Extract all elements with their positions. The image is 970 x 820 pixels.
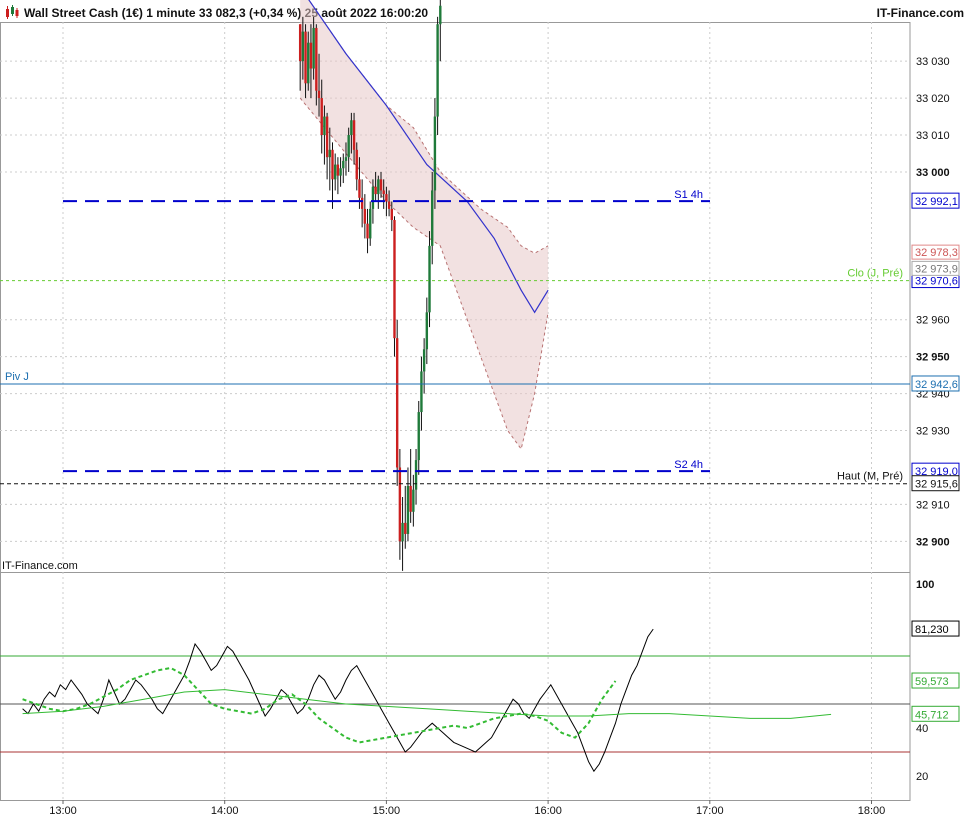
candle-body <box>344 157 348 161</box>
oscillator-value-label: 81,230 <box>915 624 949 636</box>
candle-body <box>336 164 340 176</box>
candle-body <box>417 412 420 461</box>
candle-body <box>331 149 334 180</box>
candle-body <box>377 179 380 195</box>
oscillator-value-label: 45,712 <box>915 709 949 721</box>
price-chart[interactable]: 13:00 14:00 15:00 16:00 17:00 18:00 33 030 33 0… <box>0 0 970 820</box>
oscillator-y-tick-label: 100 <box>916 579 934 591</box>
candle-body <box>301 31 305 62</box>
y-tick-label: 32 910 <box>916 499 950 511</box>
level-value-label: 32 992,1 <box>915 196 958 208</box>
candle-body <box>431 190 434 246</box>
candle-body <box>358 179 361 198</box>
candle-body <box>371 186 375 209</box>
candle-body <box>436 24 439 117</box>
candle-body <box>425 312 429 350</box>
candle-body <box>317 90 321 99</box>
y-tick-label: 32 900 <box>916 536 950 548</box>
level-name-label: S1 4h <box>674 189 703 201</box>
level-value-label: 32 915,6 <box>915 479 958 491</box>
y-tick-label: 33 000 <box>916 167 950 179</box>
x-tick-label: 17:00 <box>696 805 724 817</box>
candle-body <box>355 149 358 180</box>
x-tick-label: 16:00 <box>534 805 562 817</box>
candle-body <box>339 168 342 176</box>
candle-body <box>369 208 372 239</box>
y-tick-label: 33 020 <box>916 93 950 105</box>
candle-body <box>401 522 404 542</box>
candle-body <box>406 485 410 534</box>
candle-body <box>350 120 353 136</box>
candle-body <box>439 5 442 25</box>
candle-body <box>325 116 329 158</box>
candle-body <box>342 160 345 169</box>
oscillator-y-tick-label: 40 <box>916 723 928 735</box>
y-tick-label: 32 950 <box>916 352 950 364</box>
candle-body <box>398 467 402 542</box>
extra-value-label: 32 973,9 <box>915 263 958 275</box>
candle-body <box>309 42 313 69</box>
main-pane-frame <box>0 22 911 573</box>
level-name-label: S2 4h <box>674 459 703 471</box>
oscillator-y-tick-label: 20 <box>916 771 928 783</box>
oscillator-value-label: 59,573 <box>915 676 949 688</box>
y-tick-label: 32 930 <box>916 426 950 438</box>
candle-body <box>320 98 323 136</box>
candle-body <box>390 208 393 220</box>
level-name-label: Piv J <box>5 371 29 383</box>
level-name-label: Clo (J, Pré) <box>847 268 903 280</box>
x-tick-label: 18:00 <box>858 805 886 817</box>
y-tick-label: 33 010 <box>916 130 950 142</box>
candle-body <box>433 116 437 191</box>
candle-body <box>347 135 350 158</box>
y-tick-label: 33 030 <box>916 56 950 68</box>
candle-body <box>352 120 356 150</box>
candle-body <box>374 186 377 195</box>
level-value-label: 32 970,6 <box>915 276 958 288</box>
watermark: IT-Finance.com <box>2 560 78 572</box>
level-value-label: 32 942,6 <box>915 379 958 391</box>
candle-body <box>409 485 412 512</box>
candle-body <box>323 116 326 136</box>
candle-body <box>328 149 332 158</box>
candle-body <box>414 460 418 490</box>
candle-body <box>304 31 307 84</box>
candle-body <box>404 522 407 534</box>
x-tick-label: 13:00 <box>49 805 77 817</box>
candle-body <box>315 27 318 91</box>
candle-body <box>298 24 302 62</box>
extra-value-label: 32 978,3 <box>915 247 958 259</box>
x-tick-label: 15:00 <box>373 805 401 817</box>
candle-body <box>395 338 399 468</box>
candle-body <box>422 349 426 372</box>
candle-body <box>366 223 369 239</box>
candle-body <box>379 179 383 191</box>
candle-body <box>363 208 367 224</box>
candle-body <box>360 197 364 209</box>
candle-body <box>385 194 388 202</box>
candle-body <box>420 371 423 413</box>
candle-body <box>382 190 385 195</box>
candle-body <box>428 245 431 313</box>
candle-body <box>393 219 396 339</box>
candle-body <box>412 489 415 512</box>
candle-body <box>312 27 315 69</box>
y-tick-label: 32 960 <box>916 315 950 327</box>
x-tick-label: 14:00 <box>211 805 239 817</box>
level-name-label: Haut (M, Pré) <box>837 471 903 483</box>
candle-body <box>333 164 337 180</box>
oscillator-pane-frame <box>0 572 911 801</box>
candle-body <box>307 42 310 84</box>
oscillator-oscillator-line <box>22 628 654 773</box>
candle-body <box>387 201 391 209</box>
